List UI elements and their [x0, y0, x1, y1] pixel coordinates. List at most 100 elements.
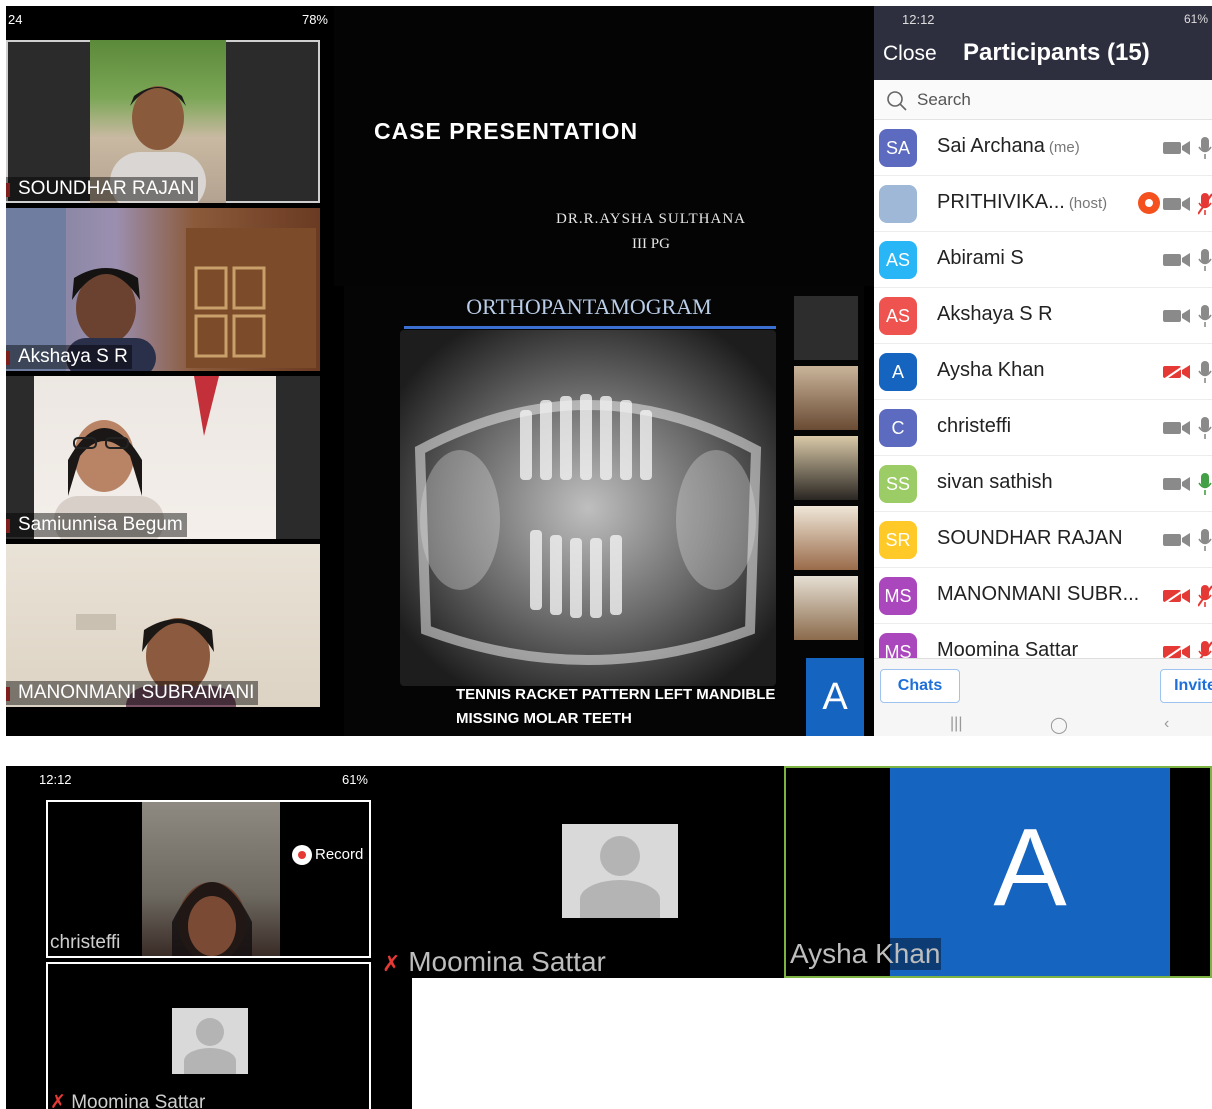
- tile-name: SOUNDHAR RAJAN: [6, 177, 199, 201]
- participant-name: Sai Archana (me): [937, 135, 1080, 158]
- avatar-tile-a[interactable]: A: [806, 658, 864, 736]
- recording-indicator: Record: [292, 845, 363, 865]
- microphone-icon: [1198, 248, 1212, 277]
- participant-name-text: Abirami S: [937, 247, 1024, 269]
- participant-row[interactable]: SR SOUNDHAR RAJAN: [874, 512, 1212, 568]
- status-battery: 61%: [341, 772, 368, 787]
- participants-header: 12:12 61% Close Participants (15): [874, 6, 1212, 80]
- avatar: MS: [879, 577, 917, 615]
- slide-caption-line2: MISSING MOLAR TEETH: [456, 710, 632, 727]
- divider: [404, 326, 776, 329]
- close-button[interactable]: Close: [883, 42, 937, 66]
- video-camera-icon: [1163, 308, 1191, 329]
- tile-name: christeffi: [50, 932, 121, 953]
- participant-row[interactable]: AS Abirami S: [874, 232, 1212, 288]
- video-tile-samiunnisa[interactable]: Samiunnisa Begum: [6, 376, 320, 539]
- participant-row[interactable]: SA Sai Archana (me): [874, 120, 1212, 176]
- invite-button[interactable]: Invite: [1160, 669, 1212, 703]
- video-tile-moomina-large[interactable]: ✗ Moomina Sattar: [376, 766, 784, 978]
- participant-row[interactable]: PRITHIVIKA... (host): [874, 176, 1212, 232]
- participant-row[interactable]: Cchristeffi: [874, 400, 1212, 456]
- search-placeholder: Search: [917, 90, 971, 109]
- participant-name-text: Aysha Khan: [937, 359, 1045, 381]
- participants-panel: 12:12 61% Close Participants (15) Search…: [874, 6, 1212, 736]
- mic-muted-icon: ✗: [382, 951, 401, 976]
- video-off-icon: [1163, 587, 1191, 609]
- video-camera-icon: [1163, 140, 1191, 161]
- video-off-icon: [1163, 363, 1191, 385]
- default-avatar-icon: [172, 1008, 248, 1074]
- microphone-icon: [1198, 472, 1212, 501]
- avatar: SR: [879, 521, 917, 559]
- slide-caption-line1: TENNIS RACKET PATTERN LEFT MANDIBLE: [456, 686, 776, 703]
- avatar: SA: [879, 129, 917, 167]
- tile-name: ✗ Moomina Sattar: [382, 946, 606, 977]
- tile-name: Aysha Khan: [790, 938, 941, 970]
- microphone-icon: [1198, 304, 1212, 333]
- person-silhouette: [172, 882, 252, 956]
- chats-button[interactable]: Chats: [880, 669, 960, 703]
- participant-name: SOUNDHAR RAJAN: [937, 527, 1123, 550]
- gallery-view-left: 24 78% SOUNDHAR RAJAN Akshaya S R Samiun…: [6, 6, 334, 736]
- status-bar: 24 78%: [6, 6, 334, 32]
- default-avatar-icon: [562, 824, 678, 918]
- microphone-icon: [1198, 416, 1212, 445]
- video-camera-icon: [1163, 476, 1191, 497]
- participant-row[interactable]: A Aysha Khan: [874, 344, 1212, 400]
- participants-title: Participants (15): [963, 39, 1150, 66]
- participant-name-text: MANONMANI SUBR...: [937, 583, 1140, 605]
- video-tile-aysha-large[interactable]: A Aysha Khan: [784, 766, 1212, 978]
- participant-name-text: christeffi: [937, 415, 1012, 437]
- recording-label: Record: [315, 845, 364, 863]
- video-thumbnail[interactable]: [794, 576, 858, 640]
- video-tile-christeffi[interactable]: Record christeffi: [46, 800, 371, 958]
- participant-row[interactable]: SS sivan sathish: [874, 456, 1212, 512]
- participant-row[interactable]: AS Akshaya S R: [874, 288, 1212, 344]
- avatar: [879, 185, 917, 223]
- participant-row[interactable]: MS MANONMANI SUBR...: [874, 568, 1212, 624]
- participant-name-text: SOUNDHAR RAJAN: [937, 527, 1123, 549]
- participant-name-text: Sai Archana: [937, 135, 1045, 157]
- recording-icon: [1138, 192, 1160, 214]
- mic-muted-icon: [1197, 192, 1212, 221]
- status-time: 24: [8, 12, 23, 27]
- participant-name: Akshaya S R: [937, 303, 1053, 326]
- panoramic-xray-image: [400, 330, 776, 686]
- title-slide: CASE PRESENTATION DR.R.AYSHA SULTHANA II…: [334, 6, 874, 286]
- video-thumbnail[interactable]: [794, 366, 858, 430]
- search-input[interactable]: Search: [874, 80, 1212, 120]
- slide-author: DR.R.AYSHA SULTHANA: [556, 211, 747, 227]
- nav-home-icon[interactable]: ◯: [1050, 715, 1068, 735]
- video-thumbnail[interactable]: [794, 436, 858, 500]
- tile-name: MANONMANI SUBRAMANI: [6, 681, 259, 705]
- microphone-icon: [1198, 528, 1212, 557]
- video-thumbnail[interactable]: [794, 506, 858, 570]
- search-icon: [886, 90, 908, 117]
- status-time: 12:12: [902, 12, 935, 27]
- avatar: AS: [879, 297, 917, 335]
- shared-presentation: CASE PRESENTATION DR.R.AYSHA SULTHANA II…: [334, 6, 874, 736]
- video-camera-icon: [1163, 252, 1191, 273]
- participant-name-text: Akshaya S R: [937, 303, 1053, 325]
- xray-slide: ORTHOPANTAMOGRAM TENNIS RACKET PATTERN L…: [344, 286, 864, 736]
- status-battery: 61%: [1183, 12, 1208, 26]
- video-tile-moomina[interactable]: ✗ Moomina Sattar: [46, 962, 371, 1109]
- record-icon: [292, 845, 312, 865]
- video-feed: [142, 802, 280, 956]
- tile-name: ✗ Moomina Sattar: [50, 1091, 205, 1109]
- participant-name: Aysha Khan: [937, 359, 1045, 382]
- video-tile-manonmani[interactable]: MANONMANI SUBRAMANI: [6, 544, 320, 707]
- participant-role-tag: (host): [1068, 195, 1108, 212]
- participant-name: MANONMANI SUBR...: [937, 583, 1139, 606]
- nav-recents-icon[interactable]: |||: [950, 715, 962, 733]
- avatar: C: [879, 409, 917, 447]
- status-time: 12:12: [39, 772, 72, 787]
- participant-name: sivan sathish: [937, 471, 1053, 494]
- video-tile-soundhar[interactable]: SOUNDHAR RAJAN: [6, 40, 320, 203]
- gallery-view-bottom-left: 12:12 61% Record christeffi ✗ Moomina Sa…: [6, 766, 412, 1109]
- nav-back-icon[interactable]: ‹: [1164, 715, 1169, 733]
- tile-name: Samiunnisa Begum: [6, 513, 187, 537]
- video-thumbnail[interactable]: [794, 296, 858, 360]
- video-tile-akshaya[interactable]: Akshaya S R: [6, 208, 320, 371]
- slide-level: III PG: [632, 236, 670, 252]
